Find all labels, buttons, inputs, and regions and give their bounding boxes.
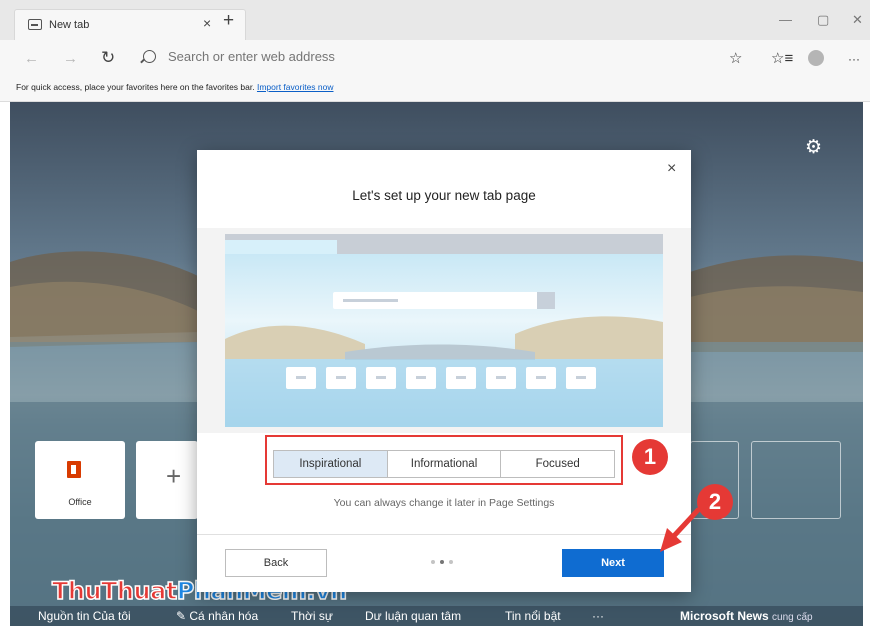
add-quick-link-button[interactable]: + [136,441,198,519]
tab-strip: New tab × + — ▢ ✕ [0,0,870,40]
nav-my-feed[interactable]: Nguồn tin Của tôi [38,609,131,623]
layout-preview-image [225,234,663,427]
import-favorites-link[interactable]: Import favorites now [257,82,334,92]
address-toolbar: ← → ↻ ☆ ☆≡ ··· [0,40,870,76]
quick-link-label: Office [68,497,92,507]
gear-icon[interactable]: ⚙ [805,136,822,159]
favorites-bar: For quick access, place your favorites h… [0,76,870,102]
page-dot [449,560,453,564]
divider [197,534,691,535]
dialog-title: Let's set up your new tab page [352,188,536,203]
tab-new-tab[interactable]: New tab × [14,9,246,40]
minimize-button[interactable]: — [779,12,792,27]
profile-icon[interactable] [808,50,824,66]
nav-news[interactable]: Thời sự [291,609,333,623]
close-icon[interactable]: × [667,160,676,178]
nav-personalize[interactable]: ✎ Cá nhân hóa [176,609,258,623]
layout-option-focused[interactable]: Focused [501,451,615,477]
close-tab-icon[interactable]: × [203,15,211,31]
newtab-favicon-icon [28,19,42,30]
step-1-badge: 1 [632,439,668,475]
back-button[interactable]: Back [225,549,327,577]
msn-provided-label: cung cấp [772,612,813,623]
msn-label: Microsoft News [680,609,769,623]
office-icon [67,461,81,478]
favorites-bar-message: For quick access, place your favorites h… [16,82,334,92]
layout-option-inspirational[interactable]: Inspirational [274,451,388,477]
plus-icon: + [166,461,182,491]
maximize-button[interactable]: ▢ [817,12,829,28]
next-button[interactable]: Next [562,549,664,577]
address-bar-input[interactable] [168,49,548,64]
setup-dialog: × Let's set up your new tab page Inspira… [197,150,691,592]
news-nav: Nguồn tin Của tôi ✎ Cá nhân hóa Thời sự … [10,606,863,626]
layout-option-informational[interactable]: Informational [387,451,502,477]
close-window-button[interactable]: ✕ [852,12,863,28]
back-arrow-icon[interactable]: ← [24,50,39,67]
step-2-badge: 2 [697,484,733,520]
refresh-icon[interactable]: ↻ [101,48,115,68]
msn-provider: Microsoft News cung cấp [680,609,813,623]
layout-selector: Inspirational Informational Focused [273,450,615,478]
empty-quick-link[interactable] [751,441,841,519]
favorites-icon[interactable]: ☆≡ [771,49,793,67]
more-icon[interactable]: ··· [848,52,860,66]
tab-title: New tab [49,19,90,31]
page-dots [431,560,453,564]
star-icon[interactable]: ☆ [729,49,742,67]
new-tab-button[interactable]: + [223,11,234,30]
nav-trending[interactable]: Dư luận quan tâm [365,609,461,623]
nav-more[interactable]: ··· [592,609,604,623]
settings-hint: You can always change it later in Page S… [333,497,555,509]
page-dot-active [440,560,444,564]
page-dot [431,560,435,564]
search-icon [143,50,156,63]
quick-link-office[interactable]: Office [35,441,125,519]
forward-arrow-icon[interactable]: → [63,50,78,67]
nav-top-stories[interactable]: Tin nổi bật [505,609,561,623]
preview-band [197,228,691,433]
